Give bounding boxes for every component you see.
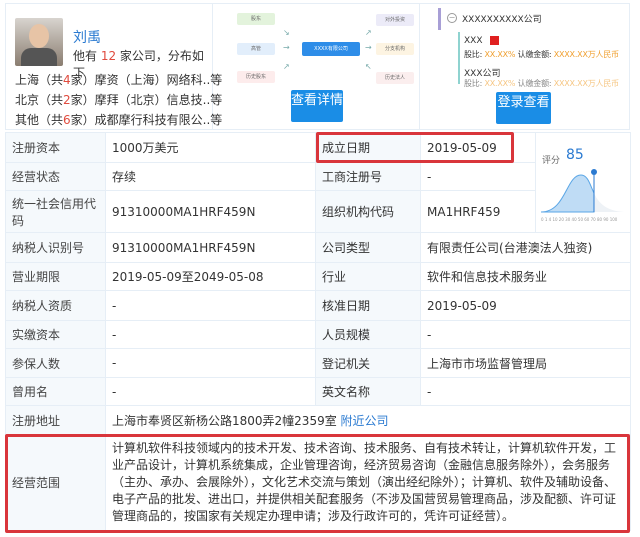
arrow-icon: → bbox=[283, 43, 290, 52]
label: 行业 bbox=[315, 262, 421, 291]
value: - bbox=[105, 377, 316, 406]
diagram-node: 股东 bbox=[237, 13, 275, 25]
login-view-button[interactable]: 登录查看 bbox=[496, 92, 551, 124]
arrow-icon: ↗ bbox=[365, 28, 372, 37]
score-label: 评分 bbox=[542, 156, 561, 166]
badge-icon bbox=[490, 36, 499, 45]
shareholder-card: − XXXXXXXXXX公司 XXX 股比: XX.XX% 认缴金额: XXXX… bbox=[420, 4, 629, 129]
label: 纳税人识别号 bbox=[5, 232, 106, 263]
tree-line bbox=[458, 32, 460, 84]
label: 英文名称 bbox=[315, 377, 421, 406]
label: 注册地址 bbox=[5, 405, 106, 435]
arrow-icon: ↘ bbox=[283, 28, 290, 37]
value: - bbox=[105, 348, 316, 378]
tree-bar bbox=[438, 8, 441, 30]
shareholder-company[interactable]: XXXXXXXXXX公司 bbox=[462, 12, 542, 25]
label: 营业期限 bbox=[5, 262, 106, 291]
distribution-item[interactable]: 其他（共6家）成都摩行科技有限公..等 bbox=[15, 111, 222, 128]
distribution-item[interactable]: 上海（共4家）摩资（上海）网络科..等 bbox=[15, 71, 222, 88]
score-curve bbox=[540, 174, 595, 213]
label: 实缴资本 bbox=[5, 320, 106, 349]
diagram-node: 对外投资 bbox=[376, 14, 414, 26]
relation-diagram-card: 股东 高管 历史股东 ↘ → ↗ XXXX有限公司 ↗ → ↖ 对外投资 分支机构 历史… bbox=[213, 4, 420, 129]
value: - bbox=[420, 162, 536, 191]
person-name[interactable]: 刘禹 bbox=[73, 27, 101, 47]
score-ticks: 0 1 4 10 20 30 40 50 60 70 80 90 100 bbox=[541, 217, 618, 222]
label: 工商注册号 bbox=[315, 162, 421, 191]
arrow-icon: ↖ bbox=[365, 62, 372, 71]
diagram-center-node: XXXX有限公司 bbox=[302, 42, 360, 56]
value: - bbox=[105, 320, 316, 349]
label: 注册资本 bbox=[5, 132, 106, 163]
address-value: 上海市奉贤区新杨公路1800弄2幢2359室 附近公司 bbox=[105, 405, 631, 435]
value: - bbox=[420, 377, 631, 406]
label: 经营状态 bbox=[5, 162, 106, 191]
diagram-node: 历史法人 bbox=[376, 72, 414, 84]
value: - bbox=[420, 320, 631, 349]
collapse-icon[interactable]: − bbox=[447, 13, 457, 23]
label: 人员规模 bbox=[315, 320, 421, 349]
label: 参保人数 bbox=[5, 348, 106, 378]
value: 1000万美元 bbox=[105, 132, 316, 163]
person-card: 刘禹 他有 12 家公司，分布如下 上海（共4家）摩资（上海）网络科..等 北京… bbox=[6, 4, 222, 129]
label: 纳税人资质 bbox=[5, 290, 106, 321]
shareholder-info: 股比: XX.XX% 认缴金额: XXXX.XX万人民币 bbox=[464, 50, 619, 59]
highlight-found-date bbox=[316, 132, 514, 163]
avatar[interactable] bbox=[15, 18, 63, 66]
label: 公司类型 bbox=[315, 232, 421, 263]
value: 有限责任公司(台港澳法人独资) bbox=[420, 232, 631, 263]
nearby-companies-link[interactable]: 附近公司 bbox=[341, 414, 389, 428]
label: 曾用名 bbox=[5, 377, 106, 406]
highlight-business-scope bbox=[5, 434, 630, 533]
label: 组织机构代码 bbox=[315, 190, 421, 233]
value: 存续 bbox=[105, 162, 316, 191]
distribution-item[interactable]: 北京（共2家）摩拜（北京）信息技..等 bbox=[15, 91, 222, 108]
shareholder-name: XXX bbox=[464, 36, 483, 46]
diagram-node: 历史股东 bbox=[237, 71, 275, 83]
label: 核准日期 bbox=[315, 290, 421, 321]
view-details-button[interactable]: 查看详情 bbox=[291, 90, 343, 122]
value: 上海市市场监督管理局 bbox=[420, 348, 631, 378]
value: MA1HRF459 bbox=[420, 190, 536, 233]
top-cards: 刘禹 他有 12 家公司，分布如下 上海（共4家）摩资（上海）网络科..等 北京… bbox=[5, 3, 630, 130]
diagram-node: 高管 bbox=[237, 43, 275, 55]
score-marker bbox=[591, 169, 597, 175]
value: 2019-05-09至2049-05-08 bbox=[105, 262, 316, 291]
score-distribution-chart: 0 1 4 10 20 30 40 50 60 70 80 90 100 bbox=[540, 169, 624, 222]
score-panel[interactable]: 评分 85 0 1 4 10 20 30 40 50 60 70 80 90 1… bbox=[535, 132, 631, 233]
value: - bbox=[105, 290, 316, 321]
value: 91310000MA1HRF459N bbox=[105, 190, 316, 233]
shareholder-info: 股比: XX.XX% 认缴金额: XXXX.XX万人民币 bbox=[464, 79, 619, 88]
value: 91310000MA1HRF459N bbox=[105, 232, 316, 263]
arrow-icon: ↗ bbox=[283, 62, 290, 71]
arrow-icon: → bbox=[365, 43, 372, 52]
diagram-node: 分支机构 bbox=[376, 43, 414, 55]
label: 统一社会信用代码 bbox=[5, 190, 106, 233]
score-value: 85 bbox=[566, 147, 584, 163]
score-curve-tail bbox=[594, 193, 624, 212]
value: 软件和信息技术服务业 bbox=[420, 262, 631, 291]
value: 2019-05-09 bbox=[420, 290, 631, 321]
label: 登记机关 bbox=[315, 348, 421, 378]
